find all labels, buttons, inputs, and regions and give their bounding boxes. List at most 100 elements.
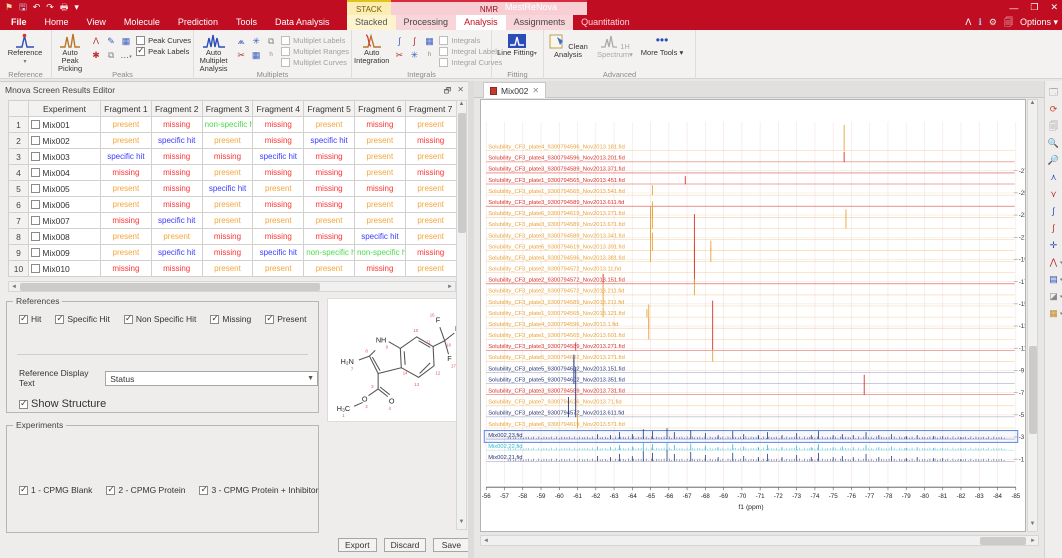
fragment-status-cell[interactable]: missing xyxy=(404,132,457,149)
column-header[interactable]: Fragment 3 xyxy=(201,100,254,117)
checkbox-multiplet-labels[interactable]: Multiplet Labels xyxy=(281,36,349,45)
checkbox-box[interactable] xyxy=(265,313,275,324)
fragment-status-cell[interactable]: specific hit xyxy=(252,148,305,165)
fragment-status-cell[interactable]: present xyxy=(150,228,203,245)
checkbox-hit[interactable]: Hit xyxy=(19,313,41,324)
column-header[interactable]: Fragment 4 xyxy=(252,100,305,117)
column-header[interactable]: Fragment 7 xyxy=(404,100,457,117)
fragment-status-cell[interactable]: present xyxy=(404,228,457,245)
fragment-status-cell[interactable]: specific hit xyxy=(150,244,203,261)
copy-peaks-icon[interactable]: ⧉ xyxy=(104,49,118,62)
checkbox-box[interactable] xyxy=(136,36,146,45)
fragment-status-cell[interactable]: missing xyxy=(150,196,203,213)
fragment-status-cell[interactable]: missing xyxy=(252,164,305,181)
auto-peak-picking-button[interactable]: Auto Peak Picking xyxy=(54,32,86,73)
peak-threshold-icon[interactable]: Λ xyxy=(89,35,103,48)
fragment-status-cell[interactable]: specific hit xyxy=(150,212,203,229)
menu-item-molecule[interactable]: Molecule xyxy=(115,15,169,30)
plot-horizontal-scrollbar[interactable]: ◄ ► xyxy=(480,535,1039,546)
clean-analysis-button[interactable]: Clean Analysis xyxy=(546,32,590,69)
scrollbar-thumb[interactable] xyxy=(980,537,1026,545)
fragment-status-cell[interactable]: missing xyxy=(100,164,152,181)
fragment-status-cell[interactable]: present xyxy=(404,196,457,213)
checkbox-box[interactable] xyxy=(19,484,28,495)
checkbox-box[interactable] xyxy=(281,47,291,56)
fragment-status-cell[interactable]: missing xyxy=(252,116,305,133)
menu-item-home[interactable]: Home xyxy=(36,15,78,30)
checkbox-non-specific-hit[interactable]: Non Specific Hit xyxy=(123,313,196,324)
fragment-status-cell[interactable]: present xyxy=(353,132,406,149)
plot-vertical-scrollbar[interactable]: ▲ ▼ xyxy=(1027,99,1038,532)
checkbox-missing[interactable]: Missing xyxy=(210,313,251,324)
crosshair-icon[interactable]: ✛ xyxy=(1046,238,1062,253)
fragment-status-cell[interactable]: missing xyxy=(353,116,406,133)
scroll-right-icon[interactable]: ► xyxy=(445,284,455,290)
checkbox-2-cpmg-protein[interactable]: 2 - CPMG Protein xyxy=(106,484,185,495)
multiplet-table-icon[interactable]: ▦ xyxy=(249,49,263,62)
maximize-button[interactable]: ❐ xyxy=(1030,2,1038,13)
fragment-status-cell[interactable]: present xyxy=(100,228,152,245)
menu-item-file[interactable]: File xyxy=(2,15,36,30)
options-button[interactable]: Options ▾ xyxy=(1020,15,1058,30)
integral-edit-icon[interactable]: ∫ xyxy=(407,35,421,48)
fragment-status-cell[interactable]: present xyxy=(201,132,254,149)
row-checkbox[interactable] xyxy=(31,231,40,241)
copy-view-icon[interactable]: 🗐 xyxy=(1046,119,1062,134)
experiment-cell[interactable]: Mix006 xyxy=(28,196,101,213)
zoom-in-icon[interactable]: 🔍 xyxy=(1046,136,1062,151)
fragment-status-cell[interactable]: missing xyxy=(150,180,203,197)
table-horizontal-scrollbar[interactable]: ◄ ► xyxy=(8,281,456,292)
scroll-up-icon[interactable]: ▲ xyxy=(1028,100,1037,110)
ribbon-tab-processing[interactable]: Processing xyxy=(395,15,457,30)
fragment-status-cell[interactable]: missing xyxy=(150,260,203,277)
integral-options-icon[interactable]: ʰ xyxy=(422,49,436,62)
row-checkbox[interactable] xyxy=(31,247,40,257)
checkbox-box[interactable] xyxy=(439,58,449,67)
fragment-status-cell[interactable]: specific hit xyxy=(252,244,305,261)
fragment-status-cell[interactable]: missing xyxy=(201,148,254,165)
reset-zoom-icon[interactable]: ⟳ xyxy=(1046,102,1062,117)
integral-delete-icon[interactable]: ✂ xyxy=(392,49,406,62)
menu-item-tools[interactable]: Tools xyxy=(227,15,266,30)
fragment-status-cell[interactable]: present xyxy=(100,116,152,133)
checkbox-box[interactable] xyxy=(439,47,449,56)
fragment-status-cell[interactable]: specific hit xyxy=(303,132,355,149)
info-icon[interactable]: ℹ xyxy=(978,15,981,30)
fragment-status-cell[interactable]: present xyxy=(353,212,406,229)
checkbox-box[interactable] xyxy=(55,313,65,324)
line-fitting-button[interactable]: Line Fitting▾ xyxy=(494,32,540,69)
export-button[interactable]: Export xyxy=(338,538,377,552)
fragment-status-cell[interactable]: present xyxy=(303,116,355,133)
scroll-down-icon[interactable]: ▼ xyxy=(457,519,466,529)
collapse-ribbon-icon[interactable]: ᐱ xyxy=(965,15,971,30)
fragment-status-cell[interactable]: missing xyxy=(100,212,152,229)
fragment-status-cell[interactable]: present xyxy=(100,180,152,197)
checkbox-present[interactable]: Present xyxy=(265,313,306,324)
row-checkbox[interactable] xyxy=(31,151,40,161)
fragment-status-cell[interactable]: present xyxy=(100,244,152,261)
delete-peaks-icon[interactable]: ✱ xyxy=(89,49,103,62)
row-checkbox[interactable] xyxy=(31,199,40,209)
fragment-status-cell[interactable]: present xyxy=(303,260,355,277)
stacked-spectra-plot[interactable]: -27 -25 -23 -21 -19 -17 -15 -13 -11 -9 -7 -5 -3 -1 Sol… xyxy=(480,99,1028,532)
experiment-cell[interactable]: Mix002 xyxy=(28,132,101,149)
checkbox-box[interactable] xyxy=(199,484,209,495)
fragment-status-cell[interactable]: missing xyxy=(303,228,355,245)
scrollbar-thumb[interactable] xyxy=(1029,346,1037,434)
peak-up-icon[interactable]: ⋏ xyxy=(1046,170,1062,185)
fragment-status-cell[interactable]: present xyxy=(404,260,457,277)
fragment-status-cell[interactable]: missing xyxy=(150,164,203,181)
reference-button[interactable]: Reference ▾ xyxy=(2,32,48,69)
fragment-status-cell[interactable]: missing xyxy=(150,116,203,133)
fragment-status-cell[interactable]: present xyxy=(353,148,406,165)
multiplet-report-icon[interactable]: ʰ xyxy=(264,49,278,62)
scroll-right-icon[interactable]: ► xyxy=(1028,538,1038,544)
page-view-icon[interactable]: 🗔 xyxy=(1046,85,1062,100)
fragment-status-cell[interactable]: present xyxy=(404,116,457,133)
color-palette-icon[interactable]: ▦ ▾ xyxy=(1046,306,1062,321)
experiment-cell[interactable]: Mix003 xyxy=(28,148,101,165)
multiplet-copy-icon[interactable]: ⧉ xyxy=(264,35,278,48)
fragment-status-cell[interactable]: missing xyxy=(201,228,254,245)
peak-edit-icon[interactable]: ✎ xyxy=(104,35,118,48)
experiment-cell[interactable]: Mix004 xyxy=(28,164,101,181)
